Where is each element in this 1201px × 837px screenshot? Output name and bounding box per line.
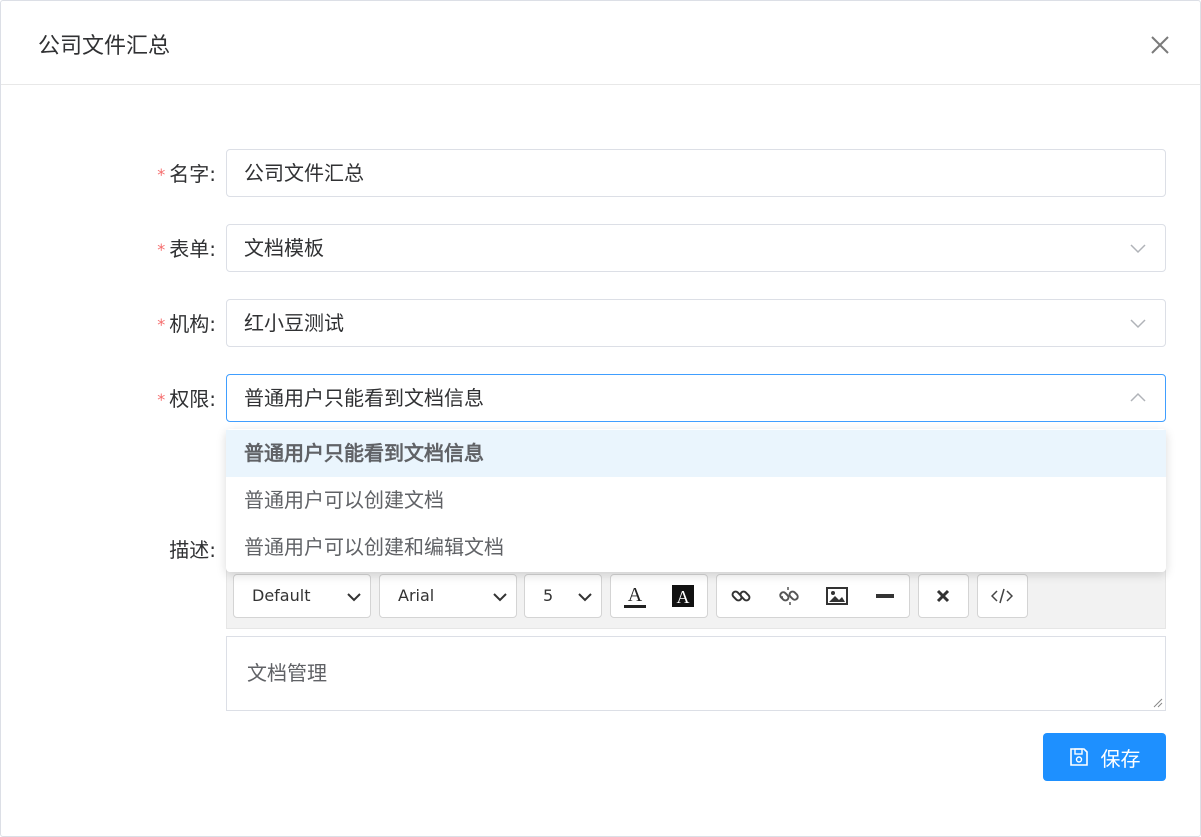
- dialog-header: 公司文件汇总: [1, 1, 1200, 85]
- link-icon: [731, 590, 751, 602]
- format-select[interactable]: Default: [233, 574, 371, 618]
- color-group: A A: [610, 574, 708, 618]
- code-group: [977, 574, 1028, 618]
- form-select[interactable]: 文档模板: [226, 224, 1166, 272]
- background-color-button[interactable]: A: [659, 575, 707, 617]
- description-editor[interactable]: 文档管理: [226, 636, 1166, 711]
- required-mark: *: [157, 315, 166, 334]
- name-input[interactable]: 公司文件汇总: [226, 149, 1166, 197]
- code-icon: [991, 588, 1013, 604]
- horizontal-rule-icon: [876, 594, 894, 598]
- font-color-button[interactable]: A: [611, 575, 659, 617]
- save-button[interactable]: 保存: [1043, 733, 1166, 781]
- background-color-icon: A: [672, 585, 694, 607]
- unlink-icon: [779, 587, 799, 605]
- font-color-icon: A: [624, 584, 646, 608]
- dialog: 公司文件汇总 * 名字: 公司文件汇总 * 表单: 文档模板 * 机构: 红小豆测试 …: [0, 0, 1201, 837]
- dialog-title: 公司文件汇总: [38, 34, 171, 59]
- permission-option[interactable]: 普通用户可以创建和编辑文档: [226, 524, 1166, 571]
- source-code-button[interactable]: [978, 575, 1026, 617]
- permission-select-value: 普通用户只能看到文档信息: [244, 386, 484, 410]
- horizontal-rule-button[interactable]: [861, 575, 909, 617]
- chevron-down-icon: [493, 593, 507, 602]
- size-select-value: 5: [543, 586, 554, 605]
- permission-option[interactable]: 普通用户可以创建文档: [226, 477, 1166, 524]
- chevron-down-icon: [578, 593, 592, 602]
- permission-option[interactable]: 普通用户只能看到文档信息: [226, 430, 1166, 477]
- save-button-label: 保存: [1100, 746, 1141, 771]
- description-content: 文档管理: [247, 661, 327, 685]
- clear-group: [918, 574, 969, 618]
- org-select-value: 红小豆测试: [244, 311, 344, 335]
- form-select-label: * 表单:: [157, 237, 216, 261]
- editor-toolbar: Default Arial 5 A A: [226, 564, 1166, 629]
- font-select[interactable]: Arial: [379, 574, 517, 618]
- save-icon: [1069, 748, 1088, 766]
- chevron-up-icon: [1130, 392, 1146, 402]
- form-select-value: 文档模板: [244, 236, 324, 260]
- name-input-value: 公司文件汇总: [244, 161, 364, 185]
- insert-group: [716, 574, 910, 618]
- permission-label: * 权限:: [157, 387, 216, 411]
- close-icon: [1151, 36, 1169, 54]
- clear-format-icon: [936, 589, 950, 603]
- chevron-down-icon: [1130, 319, 1146, 329]
- font-select-value: Arial: [398, 586, 435, 605]
- name-label: * 名字:: [157, 162, 216, 186]
- svg-text:A: A: [628, 584, 643, 606]
- size-select[interactable]: 5: [524, 574, 602, 618]
- svg-text:A: A: [677, 587, 690, 607]
- format-select-value: Default: [252, 586, 311, 605]
- link-button[interactable]: [717, 575, 765, 617]
- org-select[interactable]: 红小豆测试: [226, 299, 1166, 347]
- unlink-button[interactable]: [765, 575, 813, 617]
- description-label: 描述:: [169, 538, 216, 562]
- permission-dropdown: 普通用户只能看到文档信息 普通用户可以创建文档 普通用户可以创建和编辑文档: [226, 429, 1166, 572]
- clear-format-button[interactable]: [919, 575, 967, 617]
- required-mark: *: [157, 390, 166, 409]
- close-button[interactable]: [1146, 31, 1174, 59]
- image-icon: [826, 587, 848, 605]
- org-label: * 机构:: [157, 312, 216, 336]
- resize-grip-icon[interactable]: [1151, 696, 1163, 708]
- required-mark: *: [157, 165, 166, 184]
- image-button[interactable]: [813, 575, 861, 617]
- permission-select[interactable]: 普通用户只能看到文档信息: [226, 374, 1166, 422]
- chevron-down-icon: [1130, 244, 1146, 254]
- chevron-down-icon: [347, 593, 361, 602]
- required-mark: *: [157, 240, 166, 259]
